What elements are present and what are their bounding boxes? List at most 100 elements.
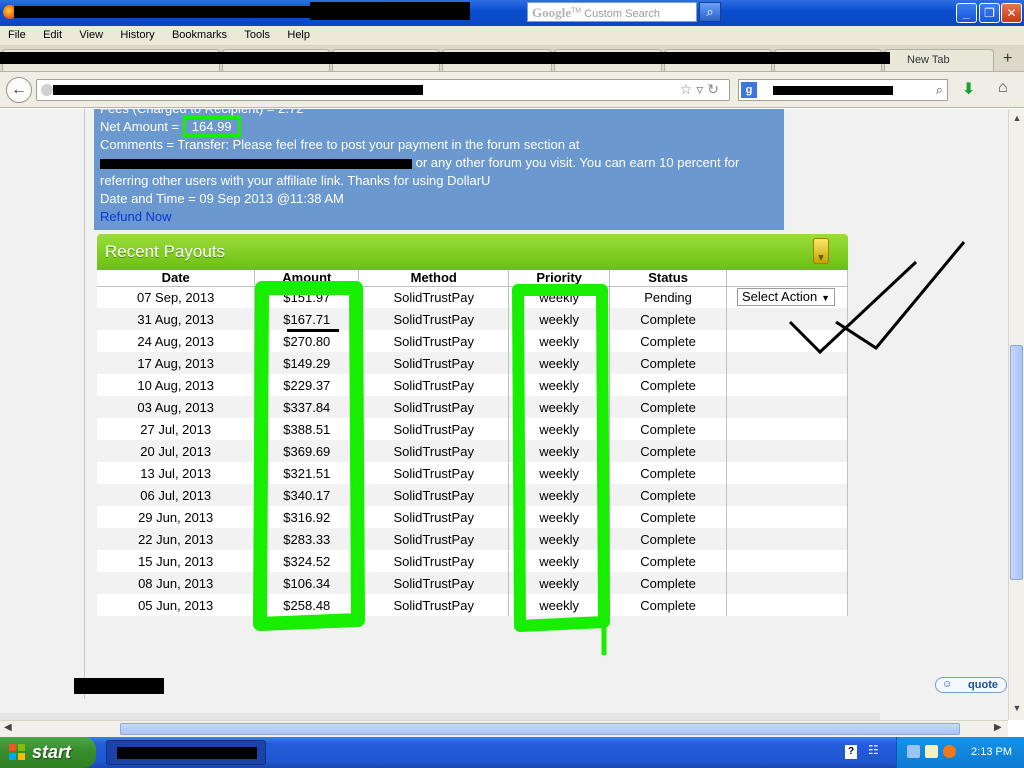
cell-priority: weekly [508,352,611,374]
refund-now-link[interactable]: Refund Now [100,209,172,224]
panel-title: Recent Payouts [105,242,226,261]
cell-method: SolidTrustPay [358,594,510,616]
cell-priority: weekly [508,396,611,418]
cell-status: Complete [609,396,728,418]
url-bar-icons[interactable]: ☆▿↻ [680,81,723,98]
cell-method: SolidTrustPay [358,374,510,396]
table-row: 20 Jul, 2013 $369.69 SolidTrustPay weekly Co… [97,440,848,462]
underline-annotation [287,329,339,332]
help-icon[interactable]: ? [845,745,857,759]
cell-method: SolidTrustPay [358,528,510,550]
cell-method: SolidTrustPay [358,572,510,594]
scroll-left-icon[interactable]: ◀ [4,722,12,733]
cell-priority: weekly [508,308,611,330]
tab-new-tab[interactable]: New Tab [884,49,994,71]
horizontal-scrollbar[interactable]: ◀ ▶ [0,720,1008,737]
column-header-status[interactable]: Status [609,270,728,287]
cell-action [726,484,848,506]
cell-amount: $258.48 [254,594,360,616]
column-header-priority[interactable]: Priority [508,270,611,287]
language-icon[interactable]: ☷ [868,743,879,757]
column-header-date[interactable]: Date [97,270,256,287]
home-icon[interactable]: ⌂ [998,79,1008,97]
cell-amount: $369.69 [254,440,360,462]
collapse-toggle-icon[interactable]: ▼ [813,238,829,264]
cell-action [726,528,848,550]
search-engine-icon[interactable]: g [741,82,757,98]
menu-view[interactable]: View [71,26,109,41]
cell-date: 24 Aug, 2013 [97,330,256,352]
divider [84,109,85,699]
cell-method: SolidTrustPay [358,462,510,484]
close-button[interactable]: ✕ [1001,3,1022,23]
url-bar[interactable]: ☆▿↻ [36,79,730,101]
cell-status: Complete [609,484,728,506]
menu-file[interactable]: File [0,26,32,41]
scroll-right-icon[interactable]: ▶ [994,722,1002,733]
cell-method: SolidTrustPay [358,550,510,572]
datetime-line: Date and Time = 09 Sep 2013 @11:38 AM [100,191,344,206]
minimize-button[interactable]: _ [956,3,977,23]
cell-date: 08 Jun, 2013 [97,572,256,594]
magnifier-icon[interactable]: ⌕ [936,82,943,98]
redacted-url [53,85,423,95]
back-arrow-icon[interactable]: ← [6,77,32,103]
cell-action: Select Action ▼ [726,286,848,308]
table-row: 07 Sep, 2013 $151.97 SolidTrustPay weekly Pe… [97,286,848,308]
firefox-tray-icon[interactable] [943,745,956,758]
start-button[interactable]: start [0,737,96,768]
cell-action [726,396,848,418]
navigation-bar: ← ☆▿↻ g ⌕ [0,72,1024,108]
cell-status: Complete [609,528,728,550]
table-row: 10 Aug, 2013 $229.37 SolidTrustPay weekly Co… [97,374,848,396]
cell-amount: $324.52 [254,550,360,572]
comments-line-2: or any other forum you visit. You can ea… [100,154,784,172]
menu-bookmarks[interactable]: Bookmarks [164,26,233,41]
panel-header: Recent Payouts ▼ [97,234,848,270]
vertical-scrollbar[interactable]: ▲ ▼ [1008,109,1024,720]
cell-priority: weekly [508,594,611,616]
google-custom-search-input[interactable]: GoogleTM Custom Search [527,2,697,22]
download-arrow-icon[interactable]: ⬇ [962,79,975,99]
globe-icon [41,84,53,96]
column-header-action [726,270,848,287]
tab-strip: New Tab [0,46,1024,72]
scroll-up-icon[interactable]: ▲ [1011,113,1023,127]
menu-history[interactable]: History [112,26,160,41]
cell-method: SolidTrustPay [358,330,510,352]
menu-bar: File Edit View History Bookmarks Tools H… [0,26,1024,46]
taskbar-item-browser[interactable] [106,740,266,765]
select-action-dropdown[interactable]: Select Action ▼ [737,288,836,307]
quote-button[interactable]: ☺ quote [935,677,1007,693]
volume-icon[interactable] [925,745,938,758]
cell-date: 20 Jul, 2013 [97,440,256,462]
maximize-button[interactable]: ❐ [979,3,1000,23]
cell-status: Complete [609,374,728,396]
quote-icon: ☺ [942,679,953,690]
column-header-method[interactable]: Method [358,270,510,287]
table-row: 06 Jul, 2013 $340.17 SolidTrustPay weekly Co… [97,484,848,506]
windows-logo-icon [9,744,26,761]
forum-controls-strip [0,713,880,720]
scroll-down-icon[interactable]: ▼ [1011,703,1023,717]
vertical-scroll-thumb[interactable] [1010,345,1023,580]
menu-tools[interactable]: Tools [236,26,276,41]
horizontal-scroll-thumb[interactable] [120,723,960,735]
network-icon[interactable] [907,745,920,758]
search-bar[interactable]: g ⌕ [738,79,948,101]
cell-date: 13 Jul, 2013 [97,462,256,484]
cell-status: Complete [609,462,728,484]
cell-action [726,308,848,330]
menu-help[interactable]: Help [279,26,316,41]
cell-priority: weekly [508,572,611,594]
dropdown-caret-icon: ▼ [821,293,831,304]
new-tab-plus-icon[interactable]: + [1003,50,1012,68]
cell-amount: $151.97 [254,286,360,308]
redacted-tab-titles [0,52,890,64]
comments-line-2-text: or any other forum you visit. You can ea… [415,155,740,170]
column-header-amount[interactable]: Amount [254,270,360,287]
cell-method: SolidTrustPay [358,484,510,506]
google-search-button[interactable]: ⌕ [699,2,721,22]
menu-edit[interactable]: Edit [35,26,68,41]
cell-amount: $229.37 [254,374,360,396]
